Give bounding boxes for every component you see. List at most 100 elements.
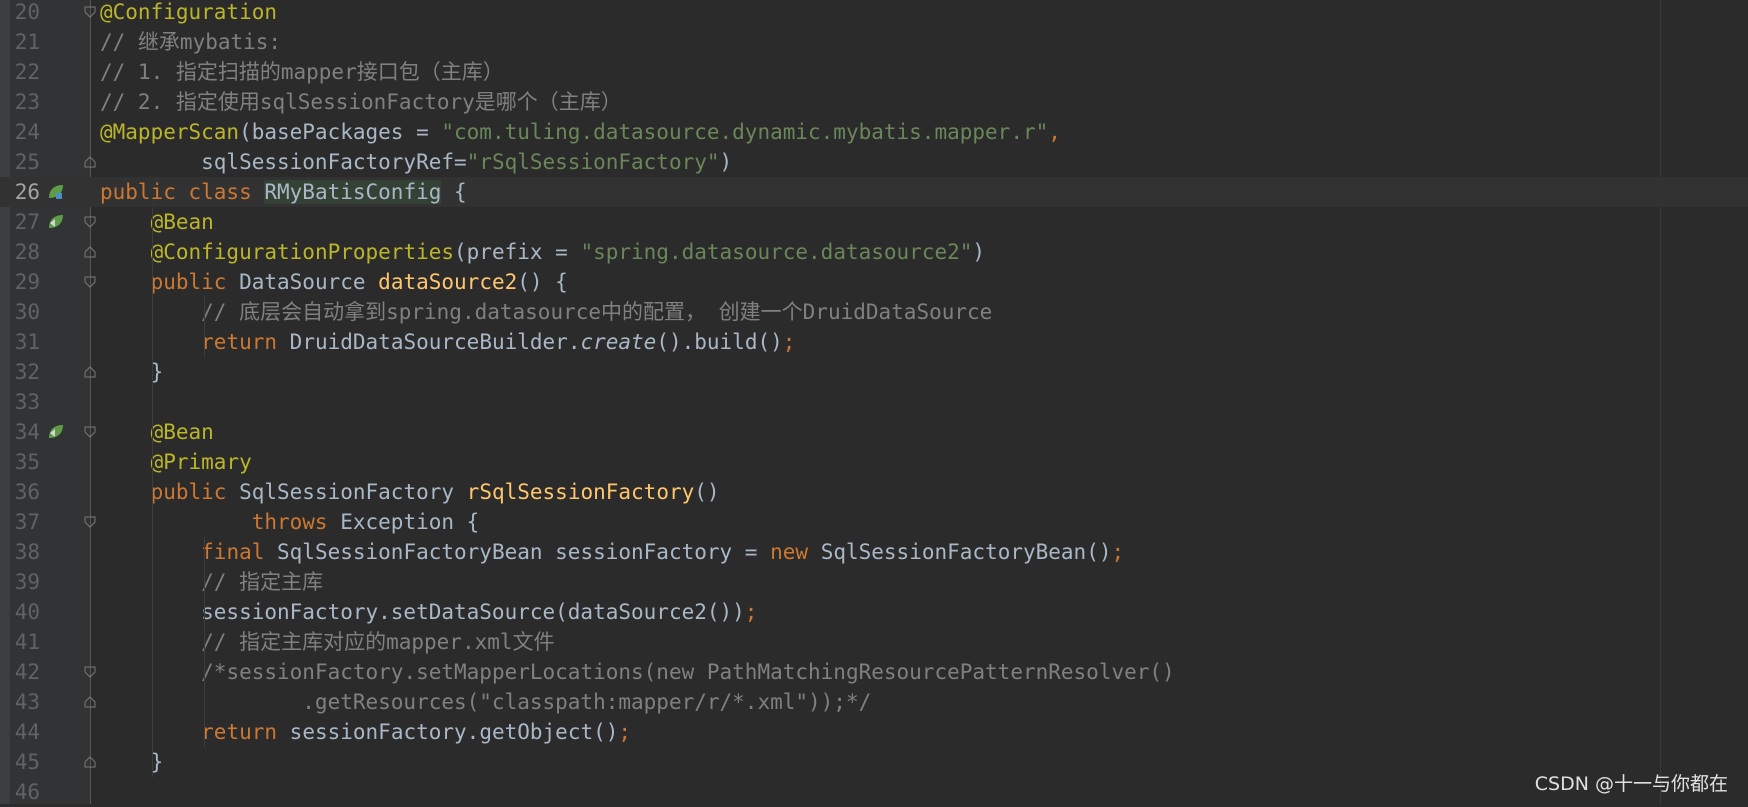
code-text: sessionFactory.setDataSource(dataSource2… (100, 597, 757, 627)
line-number: 42 (14, 660, 40, 684)
code-line[interactable]: 26 public class RMyBatisConfig { (0, 177, 1748, 207)
code-line[interactable]: 22 // 1. 指定扫描的mapper接口包（主库） (0, 57, 1748, 87)
fold-start-icon[interactable] (84, 666, 96, 678)
code-token-comment: // 指定主库对应的mapper.xml文件 (201, 630, 555, 654)
code-token-keyword: public (150, 270, 240, 294)
code-line[interactable]: 38 final SqlSessionFactoryBean sessionFa… (0, 537, 1748, 567)
code-text: // 底层会自动拿到spring.datasource中的配置， 创建一个Dru… (100, 297, 992, 327)
fold-start-icon[interactable] (84, 6, 96, 18)
code-line[interactable]: 42 /*sessionFactory.setMapperLocations(n… (0, 657, 1748, 687)
code-token-comment: // 1. 指定扫描的mapper接口包（主库） (100, 60, 504, 84)
code-line[interactable]: 28 @ConfigurationProperties(prefix = "sp… (0, 237, 1748, 267)
code-line[interactable]: 33 (0, 387, 1748, 417)
indent-guide (204, 537, 205, 747)
code-text: sqlSessionFactoryRef="rSqlSessionFactory… (100, 147, 732, 177)
code-text: // 指定主库 (100, 567, 323, 597)
code-token-plain: () (694, 480, 720, 504)
code-token-comment: // 指定主库 (201, 570, 324, 594)
code-token-string: "rSqlSessionFactory" (466, 150, 720, 174)
code-line[interactable]: 36 public SqlSessionFactory rSqlSessionF… (0, 477, 1748, 507)
line-number: 30 (14, 300, 40, 324)
code-line[interactable]: 32 } (0, 357, 1748, 387)
fold-end-icon[interactable] (84, 366, 96, 378)
code-text: @Bean (100, 417, 214, 447)
code-line[interactable]: 43 .getResources("classpath:mapper/r/*.x… (0, 687, 1748, 717)
line-number: 41 (14, 630, 40, 654)
code-token-keyword: ; (782, 330, 796, 354)
code-line[interactable]: 25 sqlSessionFactoryRef="rSqlSessionFact… (0, 147, 1748, 177)
bean-class-icon[interactable] (47, 183, 65, 201)
fold-start-icon[interactable] (84, 276, 96, 288)
code-line[interactable]: 37 throws Exception { (0, 507, 1748, 537)
code-token-plain: (prefix = (454, 240, 581, 264)
fold-end-icon[interactable] (84, 756, 96, 768)
code-text: } (100, 357, 164, 387)
code-line[interactable]: 39 // 指定主库 (0, 567, 1748, 597)
bean-method-icon[interactable] (47, 423, 65, 441)
code-line[interactable]: 20 @Configuration (0, 0, 1748, 27)
line-number: 39 (14, 570, 40, 594)
code-token-annotation: @Bean (150, 420, 214, 444)
code-line[interactable]: 45 } (0, 747, 1748, 777)
code-line[interactable]: 40 sessionFactory.setDataSource(dataSour… (0, 597, 1748, 627)
code-line[interactable]: 29 public DataSource dataSource2() { (0, 267, 1748, 297)
code-text: @Primary (100, 447, 252, 477)
fold-end-icon[interactable] (84, 246, 96, 258)
bean-method-icon[interactable] (47, 213, 65, 231)
code-line[interactable]: 30 // 底层会自动拿到spring.datasource中的配置， 创建一个… (0, 297, 1748, 327)
line-number: 22 (14, 60, 40, 84)
fold-end-icon[interactable] (84, 696, 96, 708)
code-token-annotation: @Configuration (100, 0, 278, 24)
code-token-keyword: throws (251, 510, 341, 534)
code-token-plain: ().build() (656, 330, 783, 354)
code-token-italic: create (580, 330, 657, 354)
code-line[interactable]: 21 // 继承mybatis: (0, 27, 1748, 57)
code-text: // 1. 指定扫描的mapper接口包（主库） (100, 57, 504, 87)
code-line[interactable]: 44 return sessionFactory.getObject(); (0, 717, 1748, 747)
line-number: 20 (14, 0, 40, 24)
indent-guide (204, 297, 205, 357)
code-line[interactable]: 41 // 指定主库对应的mapper.xml文件 (0, 627, 1748, 657)
code-token-method: dataSource2 (378, 270, 518, 294)
code-line[interactable]: 27 @Bean (0, 207, 1748, 237)
code-token-keyword: final (201, 540, 278, 564)
code-token-comment: /*sessionFactory.setMapperLocations(new … (201, 660, 1175, 684)
code-line[interactable]: 23 // 2. 指定使用sqlSessionFactory是哪个（主库） (0, 87, 1748, 117)
code-line[interactable]: 35 @Primary (0, 447, 1748, 477)
code-line[interactable]: 24 @MapperScan(basePackages = "com.tuling… (0, 117, 1748, 147)
code-token-annotation: @Bean (150, 210, 214, 234)
code-text: return sessionFactory.getObject(); (100, 717, 631, 747)
code-token-keyword: , (1048, 120, 1061, 144)
line-number: 27 (14, 210, 40, 234)
code-token-plain: sessionFactory.setDataSource(dataSource2… (100, 600, 745, 624)
line-number: 35 (14, 450, 40, 474)
fold-end-icon[interactable] (84, 156, 96, 168)
code-token-comment: // 继承mybatis: (100, 30, 282, 54)
line-number: 33 (14, 390, 40, 414)
code-line[interactable]: 46 (0, 777, 1748, 807)
code-line[interactable]: 31 return DruidDataSourceBuilder.create(… (0, 327, 1748, 357)
code-token-plain: { (441, 180, 467, 204)
code-text: public class RMyBatisConfig { (100, 177, 467, 207)
code-line[interactable]: 34 @Bean (0, 417, 1748, 447)
fold-start-icon[interactable] (84, 516, 96, 528)
code-token-string: "com.tuling.datasource.dynamic.mybatis.m… (441, 120, 1049, 144)
code-token-keyword: ; (618, 720, 632, 744)
line-number: 21 (14, 30, 40, 54)
code-token-plain: DataSource (239, 270, 379, 294)
code-text: public SqlSessionFactory rSqlSessionFact… (100, 477, 720, 507)
code-token-plain: ) (719, 150, 733, 174)
line-number: 43 (14, 690, 40, 714)
fold-start-icon[interactable] (84, 216, 96, 228)
line-number: 44 (14, 720, 40, 744)
line-number: 32 (14, 360, 40, 384)
code-text: @Bean (100, 207, 214, 237)
fold-start-icon[interactable] (84, 426, 96, 438)
